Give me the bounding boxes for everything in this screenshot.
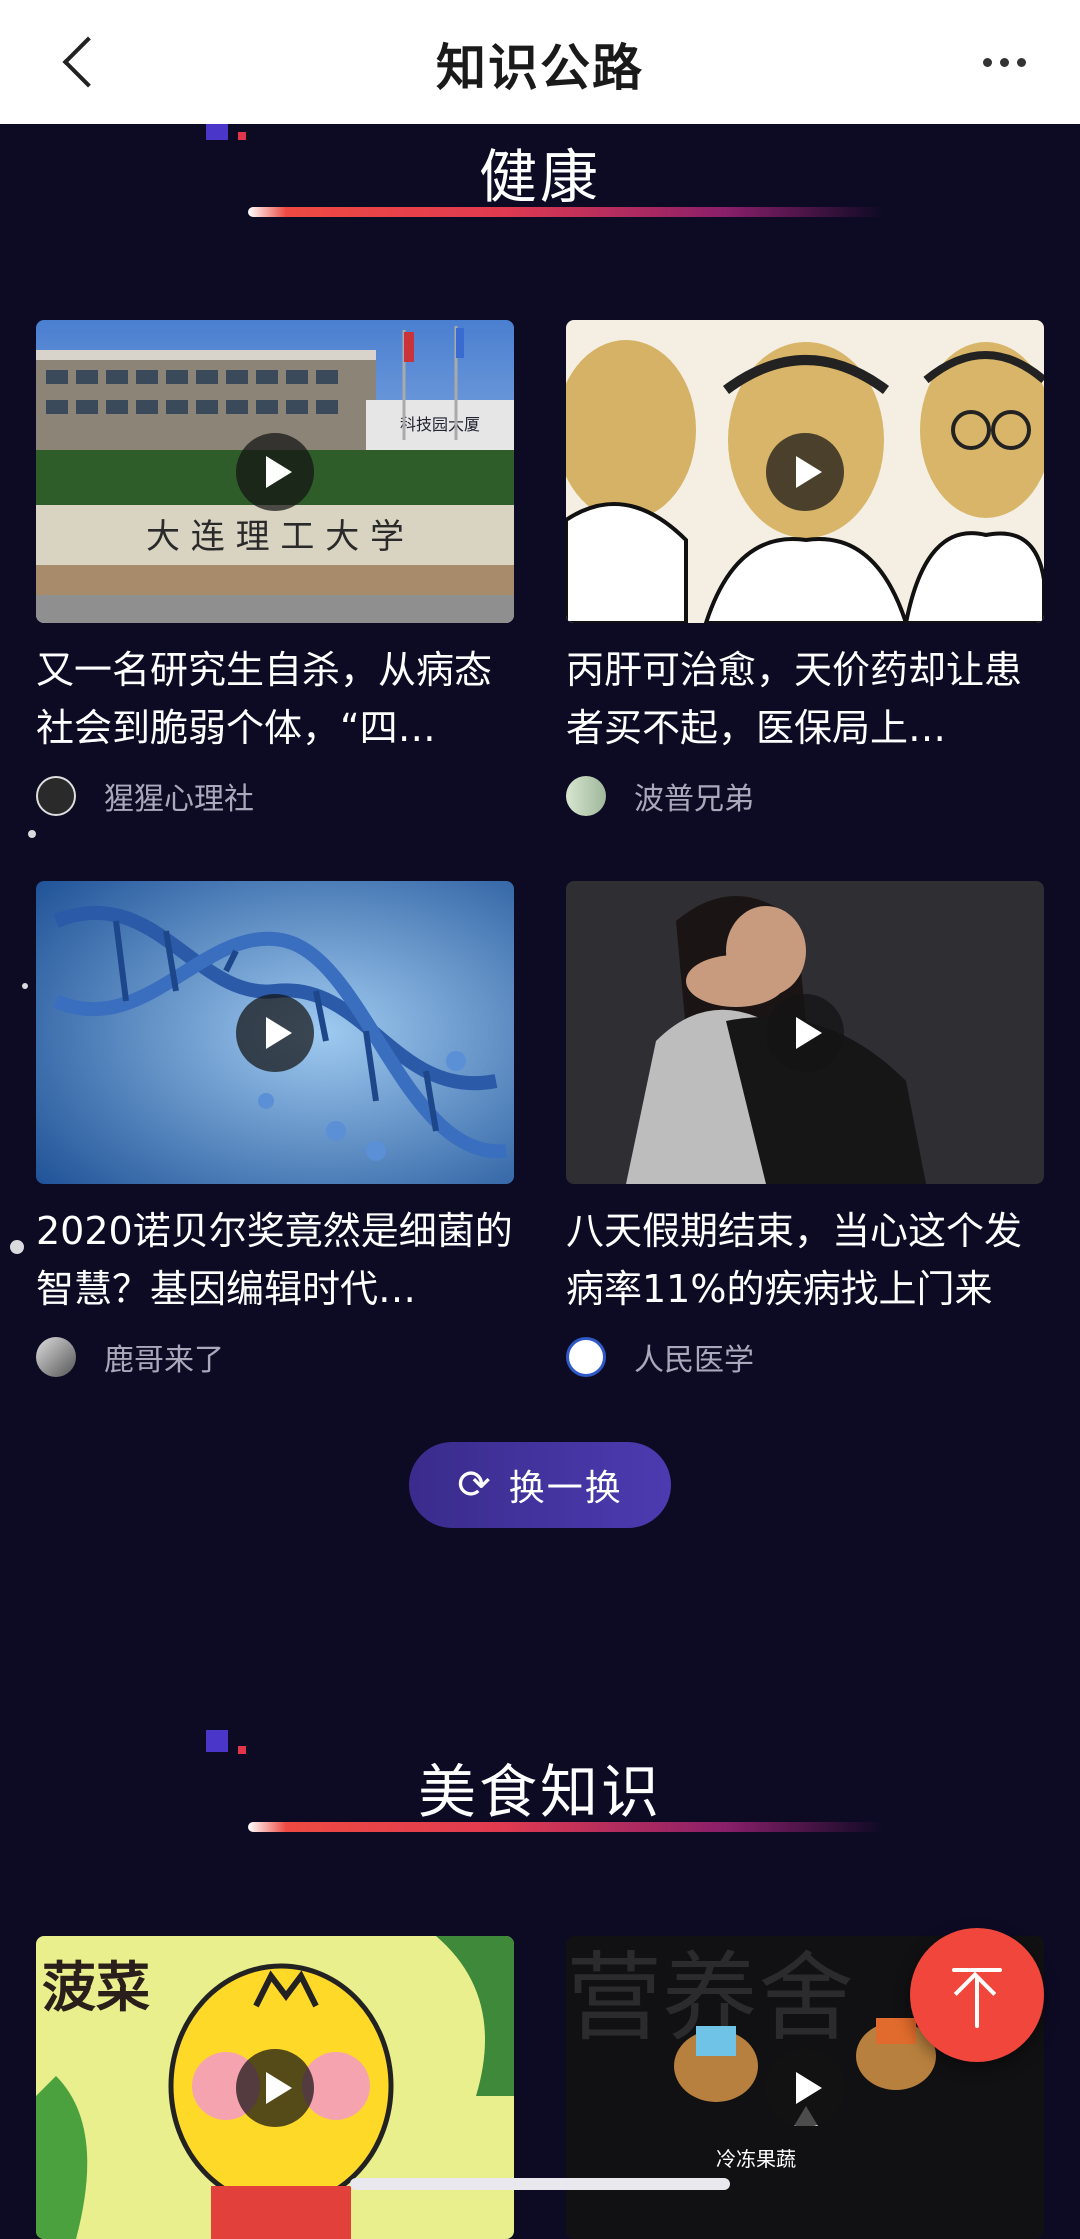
video-card[interactable]: 八天假期结束，当心这个发病率11%的疾病找上门来 人民医学 <box>566 881 1044 1378</box>
avatar <box>36 1337 76 1377</box>
video-thumbnail[interactable] <box>566 881 1044 1184</box>
video-title[interactable]: 丙肝可治愈，天价药却让患者买不起，医保局上… <box>566 641 1044 757</box>
avatar <box>36 776 76 816</box>
author-row[interactable]: 鹿哥来了 <box>36 1336 514 1378</box>
refresh-button[interactable]: ⟳ 换一换 <box>409 1442 671 1528</box>
video-card[interactable]: 丙肝可治愈，天价药却让患者买不起，医保局上… 波普兄弟 <box>566 320 1044 817</box>
video-thumbnail[interactable] <box>36 881 514 1184</box>
author-name: 人民医学 <box>634 1343 754 1378</box>
refresh-label: 换一换 <box>508 1468 623 1509</box>
section-title-underline <box>248 207 884 217</box>
top-nav-bar: 知识公路 <box>0 0 1080 124</box>
play-icon[interactable] <box>236 993 314 1072</box>
page-title: 知识公路 <box>436 39 644 97</box>
play-icon[interactable] <box>236 432 314 511</box>
video-thumbnail[interactable] <box>566 320 1044 623</box>
refresh-icon: ⟳ <box>457 1462 491 1508</box>
play-icon[interactable] <box>766 2048 844 2127</box>
section-title-food: 美食知识 <box>417 1758 662 1826</box>
campus-sign-text: 大 连 理 工 大 学 <box>146 517 404 557</box>
home-indicator <box>350 2178 730 2190</box>
play-icon[interactable] <box>766 432 844 511</box>
video-title[interactable]: 又一名研究生自杀，从病态社会到脆弱个体，“四… <box>36 641 514 757</box>
background-star <box>10 1240 24 1254</box>
background-star <box>28 830 36 838</box>
video-thumbnail[interactable]: 菠菜 <box>36 1936 514 2239</box>
video-title[interactable]: 2020诺贝尔奖竟然是细菌的智慧？基因编辑时代… <box>36 1202 514 1318</box>
section-title-underline <box>248 1822 884 1832</box>
video-title[interactable]: 八天假期结束，当心这个发病率11%的疾病找上门来 <box>566 1202 1044 1318</box>
section-title-health: 健康 <box>478 143 601 211</box>
author-name: 波普兄弟 <box>634 782 754 817</box>
building-sign-text: 科技园大厦 <box>400 415 480 434</box>
background-star <box>22 983 28 989</box>
play-icon[interactable] <box>236 2048 314 2127</box>
author-row[interactable]: 猩猩心理社 <box>36 775 514 817</box>
author-row[interactable]: 波普兄弟 <box>566 775 1044 817</box>
play-icon[interactable] <box>766 993 844 1072</box>
more-options-button[interactable] <box>956 36 1052 88</box>
author-name: 猩猩心理社 <box>104 782 254 817</box>
thumb-caption: 菠菜 <box>42 1955 150 2019</box>
avatar <box>566 1337 606 1377</box>
author-name: 鹿哥来了 <box>104 1343 224 1378</box>
avatar <box>566 776 606 816</box>
thumb-caption: 冷冻果蔬 <box>716 2147 796 2171</box>
author-row[interactable]: 人民医学 <box>566 1336 1044 1378</box>
video-card[interactable]: 2020诺贝尔奖竟然是细菌的智慧？基因编辑时代… 鹿哥来了 <box>36 881 514 1378</box>
video-card[interactable]: 科技园大厦 大 连 理 工 大 学 又一名研究生自杀，从病态社会到脆弱个体，“四… <box>36 320 514 817</box>
video-card[interactable]: 菠菜 <box>36 1936 514 2239</box>
more-dots-icon <box>982 57 992 67</box>
video-thumbnail[interactable]: 科技园大厦 大 连 理 工 大 学 <box>36 320 514 623</box>
back-to-top-button[interactable] <box>910 1928 1044 2062</box>
